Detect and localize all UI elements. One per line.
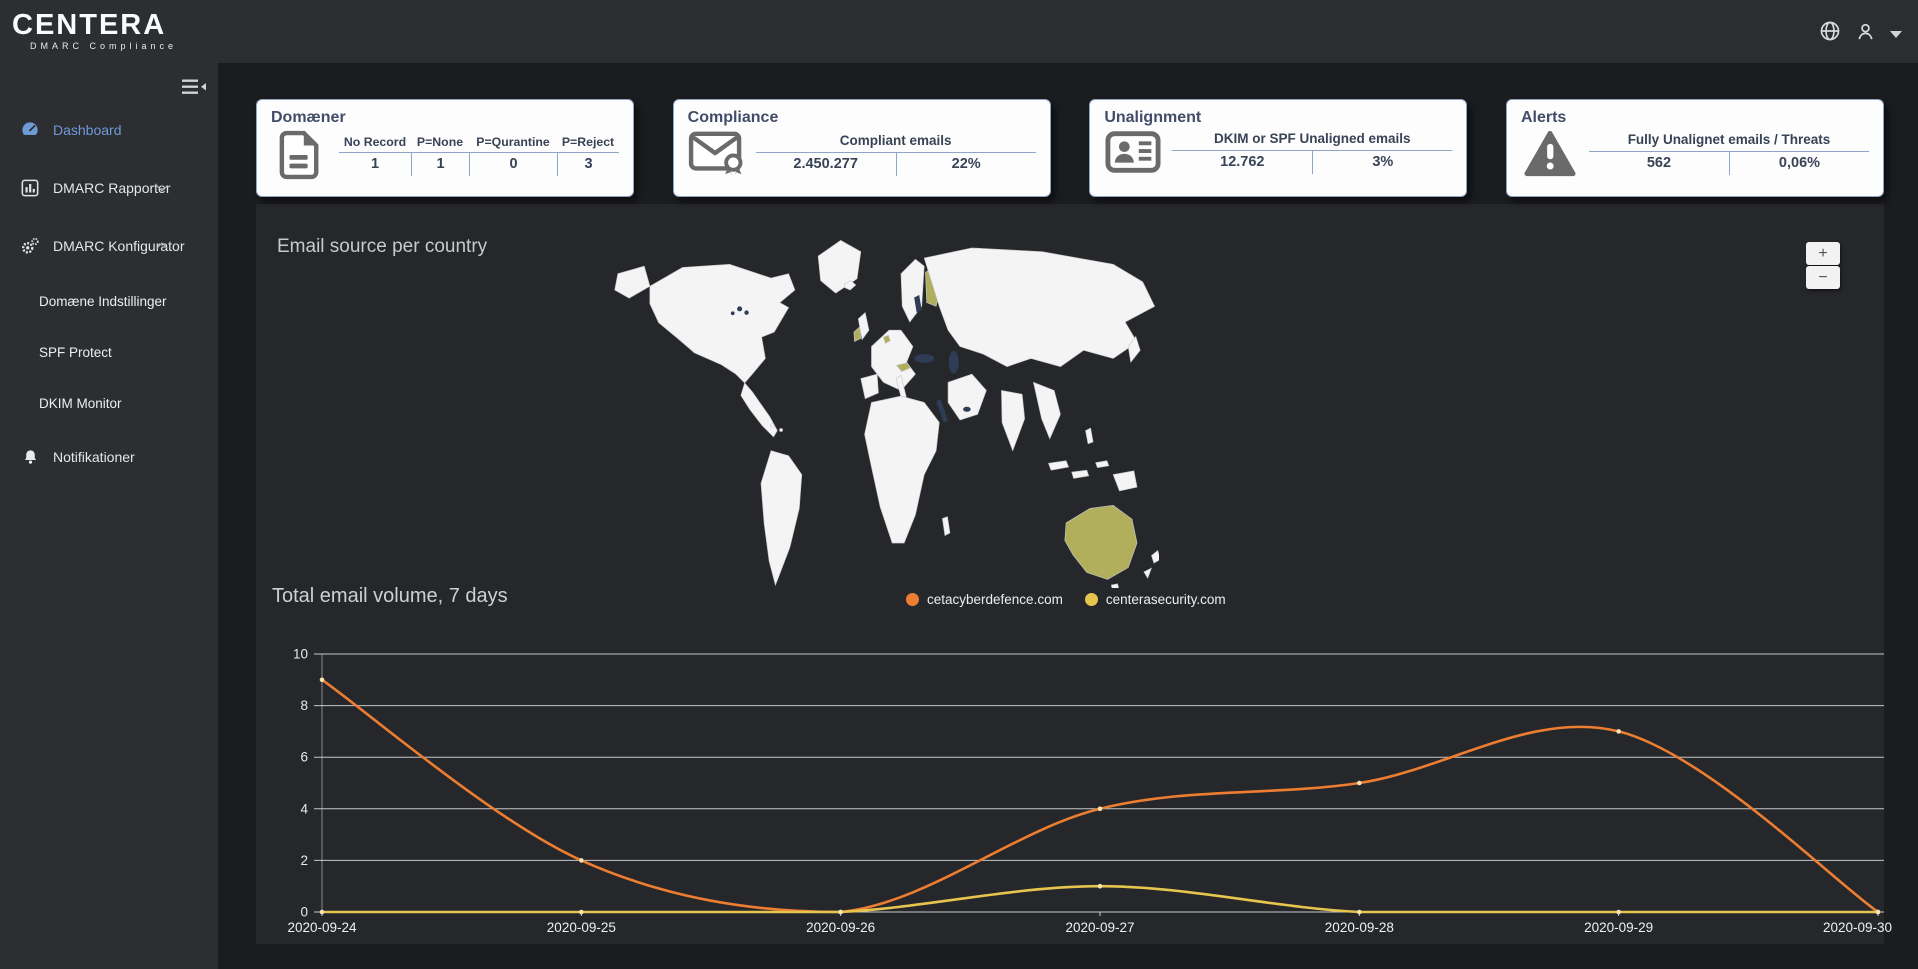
svg-text:2020-09-28: 2020-09-28 (1325, 920, 1394, 935)
stat-value: 2.450.277 (756, 152, 896, 176)
gears-icon (20, 236, 40, 256)
brand-logo: CENTERA DMARC Compliance (12, 10, 212, 51)
legend-label: cetacyberdefence.com (927, 592, 1063, 607)
sidebar: CENTERA DMARC Compliance Dashboard (0, 0, 218, 969)
sidebar-item-notifikationer[interactable]: Notifikationer (0, 439, 218, 475)
legend-item[interactable]: cetacyberdefence.com (906, 592, 1063, 607)
map-zoom-out-button[interactable]: − (1806, 266, 1840, 289)
card-title: Unalignment (1104, 109, 1452, 127)
column-header: DKIM or SPF Unaligned emails (1172, 131, 1452, 150)
column-header: Compliant emails (756, 133, 1036, 152)
map-zoom-controls: + − (1806, 242, 1840, 289)
stat-value: 562 (1589, 151, 1729, 175)
sidebar-item-dmarc-rapporter[interactable]: DMARC Rapporter (0, 170, 218, 206)
column-header: Fully Unalignet emails / Threats (1589, 132, 1869, 151)
card-compliance: Compliance Compliant emails 2.450.277 22… (673, 99, 1051, 197)
column-header: No Record (339, 135, 411, 152)
card-title: Domæner (271, 109, 619, 127)
sidebar-item-label: Domæne Indstillinger (39, 294, 167, 309)
bar-chart-icon (20, 178, 40, 198)
top-bar (0, 0, 1918, 63)
stat-value: 0,06% (1729, 151, 1869, 175)
svg-text:2020-09-26: 2020-09-26 (806, 920, 875, 935)
legend-dot-orange (906, 593, 919, 606)
sidebar-item-dashboard[interactable]: Dashboard (0, 112, 218, 148)
world-map[interactable] (594, 208, 1159, 588)
card-unalignment: Unalignment DKIM or SPF Unaligned emails… (1089, 99, 1467, 197)
column-header: P=Qurantine (469, 135, 557, 152)
legend-dot-yellow (1085, 593, 1098, 606)
legend-label: centerasecurity.com (1106, 592, 1226, 607)
sidebar-item-label: Notifikationer (53, 449, 135, 465)
sidebar-item-label: SPF Protect (39, 345, 112, 360)
topbar-actions (1819, 20, 1902, 47)
svg-text:6: 6 (300, 750, 308, 765)
gauge-icon (20, 120, 40, 140)
card-title: Alerts (1521, 109, 1869, 127)
svg-text:8: 8 (300, 698, 308, 713)
svg-text:4: 4 (300, 801, 308, 816)
document-icon (271, 130, 329, 180)
sidebar-item-dkim-monitor[interactable]: DKIM Monitor (0, 388, 218, 418)
svg-text:2020-09-24: 2020-09-24 (287, 920, 357, 935)
stat-value: 22% (896, 152, 1036, 176)
stat-value: 3% (1312, 150, 1452, 174)
sidebar-item-label: DKIM Monitor (39, 396, 122, 411)
svg-text:2020-09-29: 2020-09-29 (1584, 920, 1653, 935)
sidebar-item-domaene-indstillinger[interactable]: Domæne Indstillinger (0, 286, 218, 316)
user-icon[interactable] (1855, 21, 1876, 47)
stat-value: 1 (339, 152, 411, 176)
svg-text:2020-09-25: 2020-09-25 (547, 920, 616, 935)
card-table: No Record P=None P=Qurantine P=Reject 1 … (339, 135, 619, 176)
svg-text:2020-09-30: 2020-09-30 (1823, 920, 1892, 935)
card-title: Compliance (688, 109, 1036, 127)
svg-text:2020-09-27: 2020-09-27 (1065, 920, 1134, 935)
bell-icon (20, 447, 40, 467)
sidebar-toggle-button[interactable] (182, 78, 206, 96)
main-panel: Email source per country (256, 204, 1884, 944)
id-card-icon (1104, 130, 1162, 174)
stat-value: 0 (469, 152, 557, 176)
caret-down-icon[interactable] (1890, 31, 1902, 38)
chart-title: Total email volume, 7 days (272, 585, 508, 608)
svg-text:2: 2 (300, 853, 308, 868)
map-title: Email source per country (277, 236, 487, 258)
card-alerts: Alerts Fully Unalignet emails / Threats … (1506, 99, 1884, 197)
card-table: Fully Unalignet emails / Threats 562 0,0… (1589, 132, 1869, 175)
volume-line-chart: 10 8 6 4 2 02020-09-24 2020-09-25 2020-09-26 202… (258, 624, 1898, 940)
envelope-seal-icon (688, 130, 746, 178)
card-table: DKIM or SPF Unaligned emails 12.762 3% (1172, 131, 1452, 174)
column-header: P=None (411, 135, 469, 152)
warning-triangle-icon (1521, 130, 1579, 177)
map-zoom-in-button[interactable]: + (1806, 242, 1840, 265)
sidebar-item-spf-protect[interactable]: SPF Protect (0, 337, 218, 367)
chart-legend: cetacyberdefence.com centerasecurity.com (906, 592, 1226, 607)
sidebar-item-label: Dashboard (53, 122, 122, 138)
column-header: P=Reject (557, 135, 619, 152)
sidebar-item-dmarc-konfigurator[interactable]: DMARC Konfigurator (0, 228, 218, 264)
svg-text:0: 0 (300, 905, 308, 920)
legend-item[interactable]: centerasecurity.com (1085, 592, 1226, 607)
stat-cards: Domæner No Record P=None P=Qurantine P=R… (256, 99, 1884, 197)
sidebar-nav: Dashboard DMARC Rapporter (0, 112, 218, 497)
stat-value: 1 (411, 152, 469, 176)
sidebar-item-label: DMARC Rapporter (53, 180, 170, 196)
globe-icon[interactable] (1819, 20, 1841, 47)
svg-text:10: 10 (293, 647, 308, 662)
brand-name: CENTERA (12, 10, 212, 40)
brand-tagline: DMARC Compliance (30, 41, 212, 51)
card-domaener: Domæner No Record P=None P=Qurantine P=R… (256, 99, 634, 197)
stat-value: 3 (557, 152, 619, 176)
stat-value: 12.762 (1172, 150, 1312, 174)
card-table: Compliant emails 2.450.277 22% (756, 133, 1036, 176)
